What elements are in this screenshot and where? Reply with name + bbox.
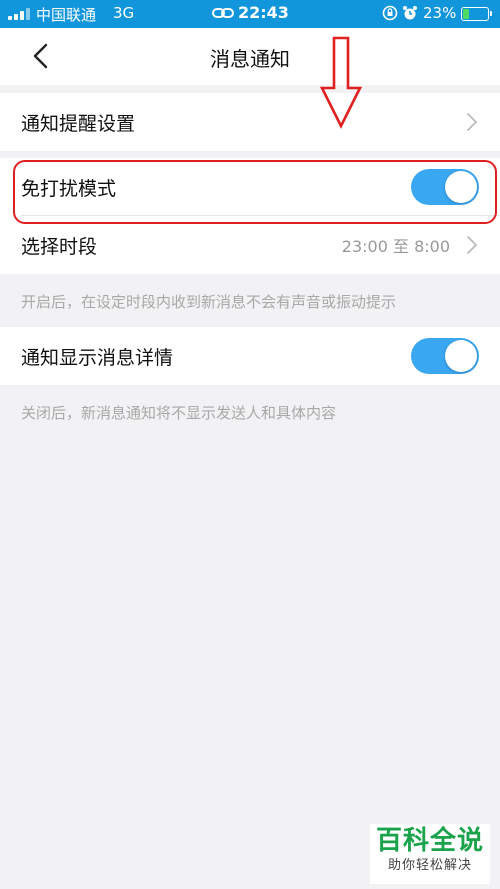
time-range-label: 选择时段 [21, 235, 98, 258]
notification-settings-label: 通知提醒设置 [21, 112, 136, 135]
alarm-icon [403, 6, 417, 20]
clock: 22:43 [238, 3, 289, 22]
battery-icon [461, 7, 492, 21]
show-details-toggle[interactable] [411, 338, 479, 374]
watermark-logo: 百科全说 助你轻松解决 [370, 824, 490, 884]
do-not-disturb-hint: 开启后，在设定时段内收到新消息不会有声音或振动提示 [21, 293, 397, 311]
chevron-right-icon [467, 236, 478, 254]
rotation-lock-icon [382, 5, 398, 21]
toggle-knob [445, 340, 477, 372]
annotation-highlight-box [13, 160, 497, 224]
watermark-title: 百科全说 [375, 826, 484, 856]
link-icon [212, 8, 234, 18]
page-title: 消息通知 [210, 47, 290, 71]
show-details-label: 通知显示消息详情 [21, 346, 174, 369]
show-details-hint: 关闭后，新消息通知将不显示发送人和具体内容 [21, 404, 337, 422]
time-range-row[interactable]: 选择时段 23:00 至 8:00 [0, 216, 500, 274]
status-bar: 中国联通 3G 22:43 23% [0, 0, 500, 28]
battery-percent: 23% [423, 4, 457, 22]
annotation-arrow-icon [319, 36, 363, 129]
network-type: 3G [113, 4, 135, 22]
carrier-name: 中国联通 [36, 6, 97, 24]
signal-icon [8, 8, 30, 20]
nav-bar: 消息通知 [0, 28, 500, 85]
time-range-value: 23:00 至 8:00 [341, 237, 450, 256]
watermark-subtitle: 助你轻松解决 [387, 858, 472, 873]
chevron-right-icon [467, 113, 478, 131]
show-details-row: 通知显示消息详情 [0, 327, 500, 385]
notification-settings-row[interactable]: 通知提醒设置 [0, 93, 500, 151]
